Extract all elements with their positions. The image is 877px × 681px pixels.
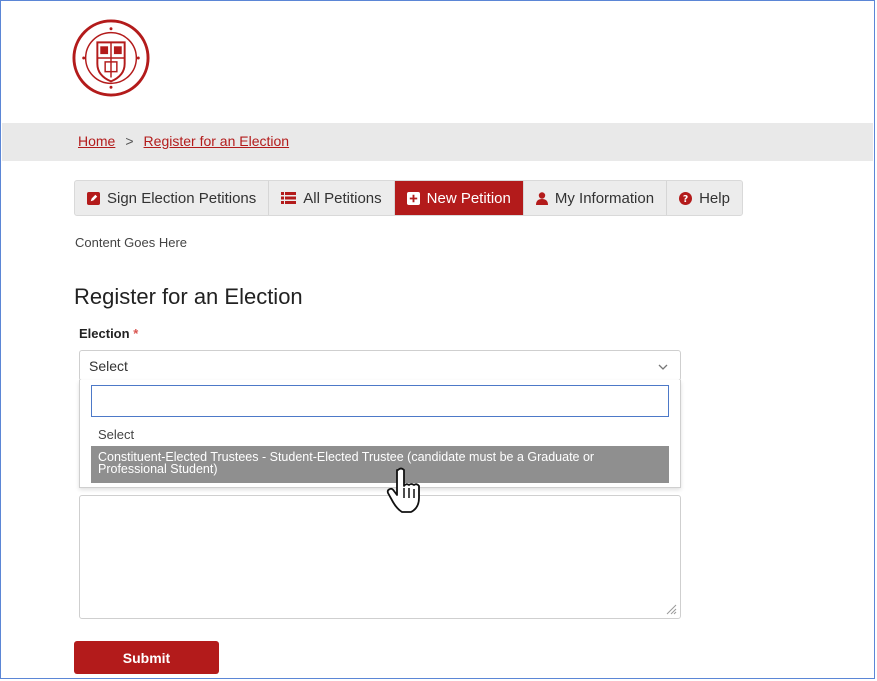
tab-label: Help bbox=[699, 189, 730, 207]
tab-label: New Petition bbox=[426, 189, 511, 207]
chevron-down-icon bbox=[658, 359, 668, 375]
list-icon bbox=[281, 192, 297, 204]
petition-textarea[interactable] bbox=[79, 495, 681, 619]
tab-my-information[interactable]: My Information bbox=[524, 181, 668, 215]
dropdown-search-input[interactable] bbox=[91, 385, 669, 417]
election-dropdown: Select Constituent-Elected Trustees - St… bbox=[79, 380, 681, 488]
svg-text:?: ? bbox=[683, 194, 688, 205]
dropdown-option-student-trustee[interactable]: Constituent-Elected Trustees - Student-E… bbox=[91, 446, 669, 483]
tab-new-petition[interactable]: New Petition bbox=[394, 181, 524, 215]
user-icon bbox=[535, 191, 548, 205]
submit-button[interactable]: Submit bbox=[74, 641, 219, 674]
tab-all-petitions[interactable]: All Petitions bbox=[269, 181, 395, 215]
content-placeholder-text: Content Goes Here bbox=[75, 235, 188, 250]
nav-tabs: Sign Election Petitions All Petitions Ne… bbox=[74, 180, 743, 216]
election-label: Election * bbox=[79, 326, 138, 341]
page-title: Register for an Election bbox=[74, 284, 303, 309]
breadcrumb: Home > Register for an Election bbox=[78, 133, 289, 149]
resize-handle-icon[interactable] bbox=[665, 603, 677, 615]
breadcrumb-home-link[interactable]: Home bbox=[78, 133, 115, 149]
tab-label: Sign Election Petitions bbox=[107, 189, 257, 207]
breadcrumb-separator: > bbox=[125, 133, 134, 149]
tab-sign-election-petitions[interactable]: Sign Election Petitions bbox=[75, 181, 270, 215]
dropdown-option-select[interactable]: Select bbox=[98, 427, 134, 442]
election-select[interactable]: Select bbox=[79, 350, 681, 381]
university-seal-logo bbox=[72, 19, 150, 97]
required-indicator: * bbox=[133, 326, 139, 341]
tab-help[interactable]: ? Help bbox=[667, 181, 742, 215]
tab-label: All Petitions bbox=[303, 189, 382, 207]
breadcrumb-current-link[interactable]: Register for an Election bbox=[144, 133, 290, 149]
tab-label: My Information bbox=[554, 189, 655, 207]
question-circle-icon: ? bbox=[679, 191, 693, 205]
plus-square-icon bbox=[406, 191, 420, 205]
hand-pointer-cursor-icon bbox=[386, 467, 420, 513]
pencil-square-icon bbox=[87, 191, 100, 205]
election-select-value: Select bbox=[89, 357, 128, 374]
election-label-text: Election bbox=[79, 326, 130, 341]
